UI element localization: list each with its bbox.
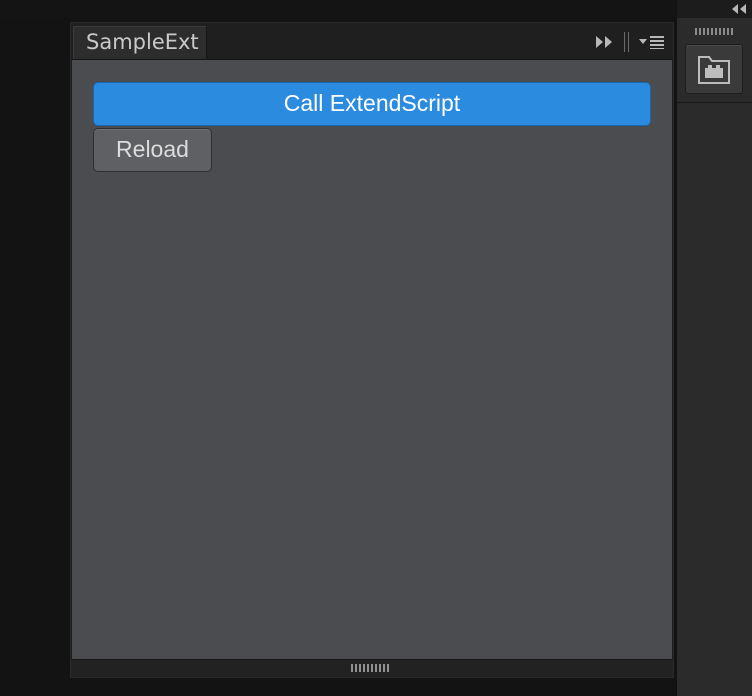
- panel-divider-icon: [624, 32, 629, 52]
- extension-dock-button[interactable]: [685, 44, 743, 94]
- panel-header-controls: [595, 32, 665, 52]
- resize-grip-icon[interactable]: [351, 664, 391, 672]
- dock-grip-icon[interactable]: [695, 28, 735, 35]
- panel-menu-icon[interactable]: [639, 35, 665, 49]
- reload-button[interactable]: Reload: [93, 128, 212, 172]
- extension-panel: SampleExt Call ExtendScript Reload: [70, 22, 674, 678]
- dock-divider: [677, 102, 752, 103]
- panel-header: SampleExt: [71, 23, 673, 60]
- dock-header: [677, 0, 752, 18]
- application-top-strip: [0, 0, 752, 18]
- panel-body: Call ExtendScript Reload: [72, 60, 672, 660]
- call-extendscript-button[interactable]: Call ExtendScript: [93, 82, 651, 126]
- panel-tab[interactable]: SampleExt: [73, 26, 207, 59]
- double-chevron-left-icon[interactable]: [731, 3, 747, 15]
- extension-folder-icon: [698, 56, 730, 84]
- double-chevron-right-icon[interactable]: [595, 35, 615, 49]
- panel-footer: [71, 659, 673, 677]
- right-dock: [676, 0, 752, 696]
